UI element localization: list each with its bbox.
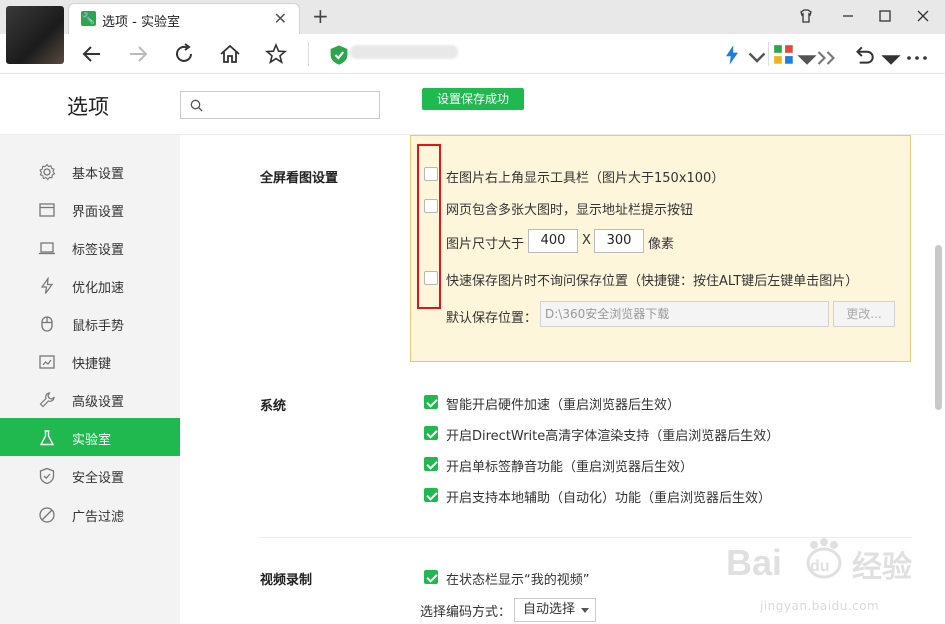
wrench-icon: 🔧	[81, 11, 96, 26]
tab-icon	[39, 242, 55, 255]
watermark-url: jingyan.baidu.com	[760, 599, 880, 613]
lightning-icon[interactable]	[720, 43, 744, 67]
option-label: 开启DirectWrite高清字体渲染支持（重启浏览器后生效）	[446, 429, 780, 444]
tab-close-icon[interactable]: ✕	[274, 9, 287, 28]
sidebar-item-label: 安全设置	[72, 471, 125, 486]
baidu-watermark: Bai du 经验 jingyan.baidu.com	[724, 533, 934, 613]
new-tab-button[interactable]: +	[312, 4, 329, 28]
shield-icon[interactable]	[327, 43, 351, 67]
encode-label: 选择编码方式：	[420, 605, 512, 620]
hardware-acceleration-checkbox[interactable]	[424, 395, 438, 409]
forward-icon[interactable]	[126, 42, 150, 66]
shield-icon	[39, 467, 55, 485]
mouse-icon	[41, 316, 53, 332]
window-icon	[39, 203, 55, 217]
toolbar	[0, 34, 945, 74]
sidebar-item-security[interactable]: 安全设置	[0, 456, 180, 494]
page-title: 选项	[67, 95, 109, 119]
local-assist-checkbox[interactable]	[424, 488, 438, 502]
section-title-video: 视频录制	[260, 573, 313, 588]
refresh-icon[interactable]	[172, 42, 196, 66]
option-label: 开启支持本地辅助（自动化）功能（重启浏览器后生效）	[446, 491, 772, 506]
svg-text:Bai: Bai	[726, 542, 782, 583]
flask-icon	[39, 430, 55, 446]
undo-icon[interactable]	[852, 43, 876, 67]
tab-mute-checkbox[interactable]	[424, 457, 438, 471]
option-label: 在图片右上角显示工具栏（图片大于150x100）	[446, 171, 725, 186]
sidebar-item-lab[interactable]: 实验室	[0, 418, 180, 456]
sidebar-item-label: 界面设置	[72, 205, 125, 220]
chevron-down-icon	[581, 608, 589, 613]
option-label: 开启单标签静音功能（重启浏览器后生效）	[446, 460, 694, 475]
option-label: 智能开启硬件加速（重启浏览器后生效）	[446, 398, 681, 413]
sidebar-item-label: 鼠标手势	[72, 319, 125, 334]
show-my-video-checkbox[interactable]	[424, 570, 438, 584]
sidebar-item-tabs[interactable]: 标签设置	[0, 228, 180, 266]
size-separator: X	[582, 233, 591, 248]
sidebar-item-shortcuts[interactable]: 快捷键	[0, 342, 180, 380]
image-size-label: 图片尺寸大于	[446, 237, 525, 252]
image-width-input[interactable]: 400	[528, 229, 578, 253]
tab-title: 选项 - 实验室	[102, 15, 180, 30]
sidebar-item-optimize[interactable]: 优化加速	[0, 266, 180, 304]
sidebar-item-gestures[interactable]: 鼠标手势	[0, 304, 180, 342]
skin-icon[interactable]	[798, 8, 814, 24]
sidebar-item-label: 优化加速	[72, 281, 125, 296]
sidebar-item-interface[interactable]: 界面设置	[0, 190, 180, 228]
chevron-down-icon[interactable]	[745, 46, 769, 70]
sidebar-item-basic[interactable]: 基本设置	[0, 152, 180, 190]
search-input[interactable]	[180, 91, 380, 119]
browser-tab[interactable]: 🔧 选项 - 实验室 ✕	[68, 3, 300, 34]
home-icon[interactable]	[218, 42, 242, 66]
more-extensions-icon[interactable]	[814, 46, 838, 70]
option-label: 在状态栏显示“我的视频”	[446, 573, 590, 588]
toolbar-divider	[768, 42, 769, 66]
toolbar-divider	[308, 42, 309, 66]
svg-text:经验: 经验	[852, 550, 912, 585]
menu-more-icon[interactable]	[905, 46, 929, 70]
section-title-system: 系统	[260, 399, 287, 414]
caret-down-icon[interactable]	[879, 48, 903, 72]
sidebar: 基本设置 界面设置 标签设置 优化加速 鼠标手势 快捷键 高级设置 实验室 安全…	[0, 135, 180, 624]
option-label: 快速保存图片时不询问保存位置（快捷键：按住ALT键后左键单击图片）	[446, 274, 859, 289]
sidebar-item-adblock[interactable]: 广告过滤	[0, 495, 180, 533]
scrollbar[interactable]	[935, 245, 942, 410]
avatar[interactable]	[6, 6, 64, 64]
back-icon[interactable]	[80, 42, 104, 66]
gear-icon	[39, 163, 56, 181]
star-icon[interactable]	[264, 42, 288, 66]
directwrite-checkbox[interactable]	[424, 426, 438, 440]
save-path-field[interactable]: D:\360安全浏览器下载	[540, 301, 829, 327]
sidebar-item-label: 快捷键	[72, 357, 112, 372]
save-success-badge: 设置保存成功	[422, 88, 524, 110]
section-title-fullscreen: 全屏看图设置	[260, 171, 339, 186]
option-label: 网页包含多张大图时，显示地址栏提示按钮	[446, 203, 694, 218]
wrench-icon	[39, 392, 55, 408]
minimize-icon[interactable]	[840, 8, 856, 24]
window-close-icon[interactable]	[915, 8, 931, 24]
baidu-logo-icon: Bai du 经验	[726, 538, 912, 585]
sidebar-item-label: 基本设置	[72, 167, 125, 182]
search-icon	[190, 99, 203, 112]
save-path-label: 默认保存位置：	[446, 311, 538, 326]
address-bar[interactable]	[350, 45, 458, 59]
block-icon	[39, 507, 55, 523]
unit-label: 像素	[648, 237, 675, 252]
encode-select[interactable]: 自动选择	[514, 598, 596, 622]
extensions-icon[interactable]	[772, 43, 796, 67]
image-height-input[interactable]: 300	[594, 229, 644, 253]
sidebar-item-advanced[interactable]: 高级设置	[0, 380, 180, 418]
keyboard-icon	[39, 355, 55, 369]
tab-strip: 🔧 选项 - 实验室 ✕ +	[0, 0, 945, 34]
sidebar-item-label: 高级设置	[72, 395, 125, 410]
sidebar-item-label: 标签设置	[72, 243, 125, 258]
sidebar-item-label: 广告过滤	[72, 510, 125, 525]
maximize-icon[interactable]	[877, 8, 893, 24]
lightning-icon	[40, 277, 54, 294]
change-path-button[interactable]: 更改...	[833, 301, 895, 327]
encode-select-value: 自动选择	[523, 602, 576, 617]
highlight-box	[417, 144, 441, 309]
sidebar-item-label: 实验室	[72, 433, 112, 448]
svg-text:du: du	[810, 558, 830, 575]
